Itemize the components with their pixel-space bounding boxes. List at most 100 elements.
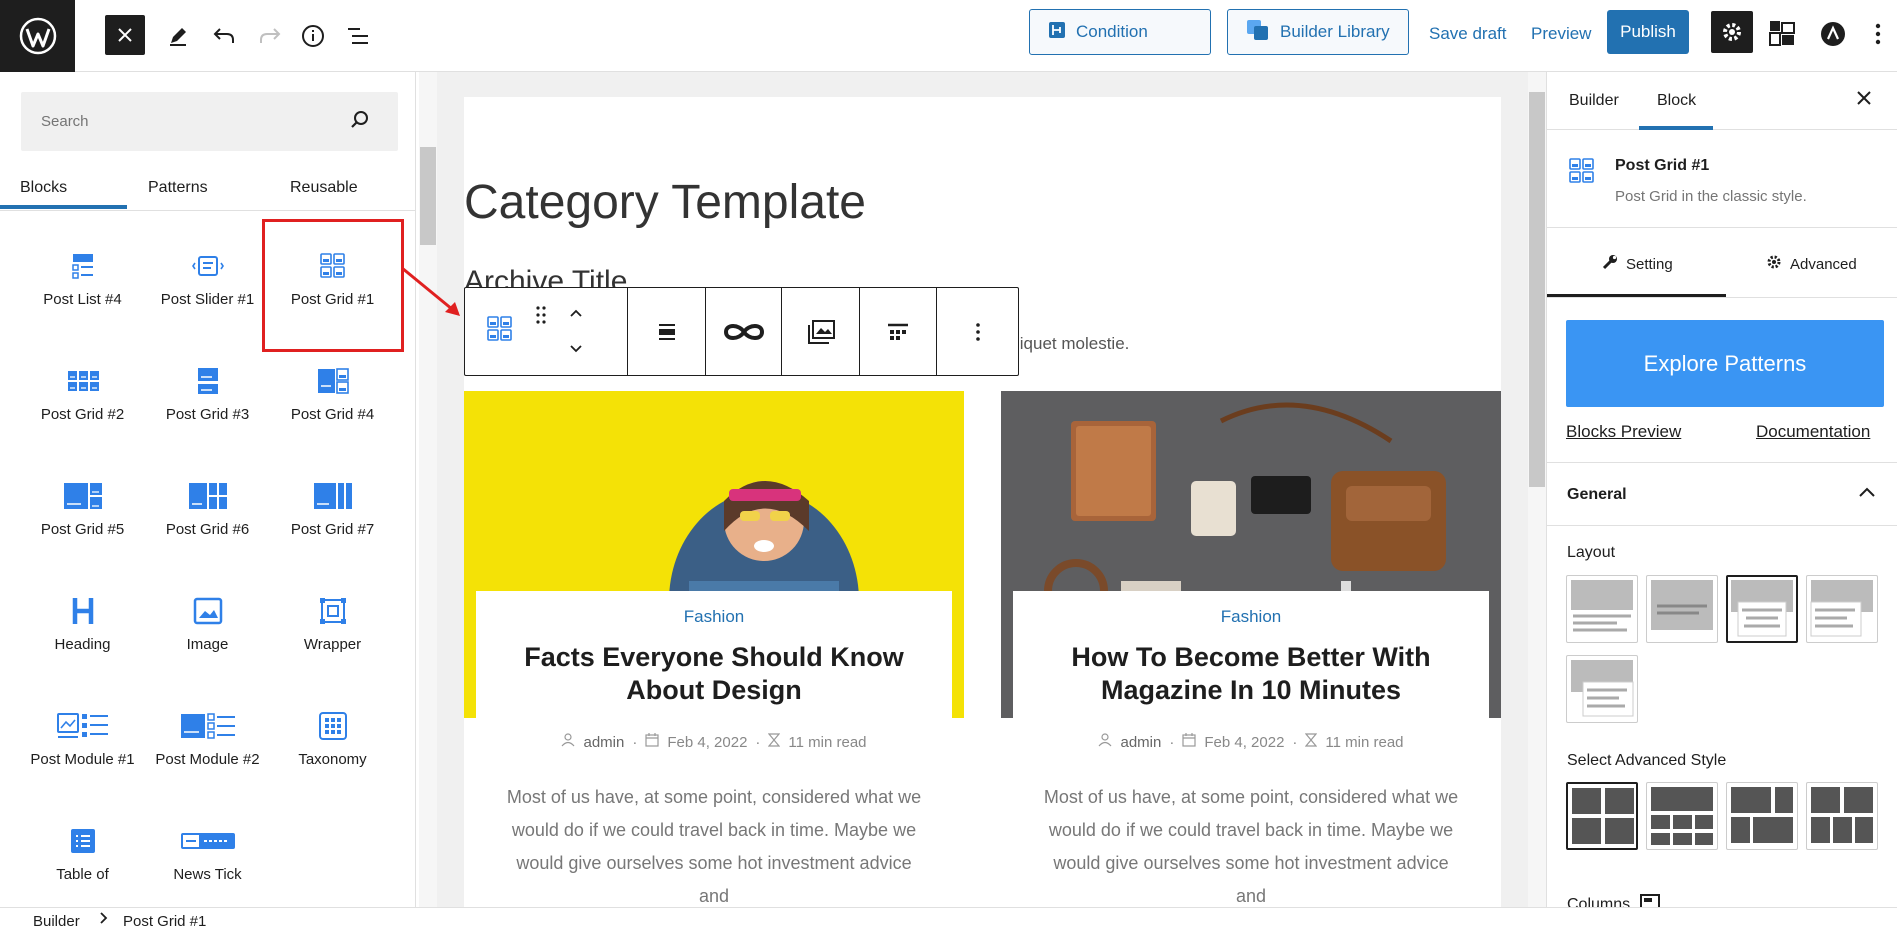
save-draft-button[interactable]: Save draft <box>1429 24 1507 44</box>
blocks-preview-link[interactable]: Blocks Preview <box>1566 422 1681 442</box>
chevron-up-icon[interactable] <box>1858 485 1876 503</box>
block-item-label: Image <box>186 636 229 653</box>
general-title: General <box>1567 486 1627 503</box>
canvas-scrollbar[interactable] <box>1528 72 1546 907</box>
block-item-wrapper[interactable]: Wrapper <box>270 587 395 677</box>
tab-setting[interactable]: Setting <box>1602 254 1673 274</box>
builder-library-button[interactable]: Builder Library <box>1227 9 1409 55</box>
advanced-style-label: Select Advanced Style <box>1567 752 1727 769</box>
tab-reusable[interactable]: Reusable <box>290 179 358 197</box>
search-icon[interactable] <box>350 110 370 135</box>
post-read-time: 11 min read <box>788 733 867 751</box>
general-panel-header[interactable]: General <box>1547 462 1897 526</box>
tab-builder[interactable]: Builder <box>1569 92 1619 110</box>
align-icon[interactable] <box>628 288 706 375</box>
chevron-up-icon[interactable] <box>569 305 583 323</box>
more-options-icon[interactable] <box>937 288 1018 375</box>
layout-grid-icon[interactable] <box>860 288 937 375</box>
redo-icon[interactable] <box>250 16 290 56</box>
more-options-icon[interactable] <box>1858 14 1897 54</box>
breadcrumb: Builder Post Grid #1 <box>0 907 1897 933</box>
undo-icon[interactable] <box>204 16 244 56</box>
post-title[interactable]: Facts Everyone Should Know About Design <box>476 641 952 707</box>
scrollbar-thumb[interactable] <box>1529 92 1545 487</box>
layout-option[interactable] <box>1566 655 1638 723</box>
block-item-taxonomy[interactable]: Taxonomy <box>270 702 395 792</box>
tab-setting-label: Setting <box>1626 255 1673 273</box>
chevron-down-icon[interactable] <box>569 341 583 359</box>
block-item-post-grid-6[interactable]: Post Grid #6 <box>145 472 270 562</box>
meta-separator: · <box>632 733 638 751</box>
active-tab-indicator <box>1547 294 1726 297</box>
block-item-heading[interactable]: Heading <box>20 587 145 677</box>
scrollbar-thumb[interactable] <box>420 147 436 245</box>
post-category[interactable]: Fashion <box>1013 607 1489 627</box>
gear-icon[interactable] <box>1711 11 1753 53</box>
block-item-post-list-4[interactable]: Post List #4 <box>20 242 145 332</box>
layout-option-selected[interactable] <box>1726 575 1798 643</box>
block-item-post-grid-5[interactable]: Post Grid #5 <box>20 472 145 562</box>
top-toolbar: Condition Builder Library Save draft Pre… <box>0 0 1897 72</box>
block-item-post-grid-3[interactable]: Post Grid #3 <box>145 357 270 447</box>
post-author[interactable]: admin <box>1120 734 1161 751</box>
gallery-icon[interactable] <box>782 288 860 375</box>
condition-button[interactable]: Condition <box>1029 9 1211 55</box>
documentation-link[interactable]: Documentation <box>1756 422 1870 442</box>
templates-icon[interactable] <box>1763 14 1803 54</box>
layout-option[interactable] <box>1806 575 1878 643</box>
sidebar-tabs: Builder Block <box>1547 72 1897 130</box>
block-type-switcher[interactable] <box>465 288 628 375</box>
explore-patterns-button[interactable]: Explore Patterns <box>1566 320 1884 407</box>
drag-handle-icon[interactable] <box>535 305 547 330</box>
tab-patterns[interactable]: Patterns <box>148 179 208 197</box>
page-title[interactable]: Category Template <box>464 175 866 230</box>
post-title[interactable]: How To Become Better With Magazine In 10… <box>1013 641 1489 707</box>
publish-button[interactable]: Publish <box>1607 10 1689 54</box>
block-item-post-grid-2[interactable]: Post Grid #2 <box>20 357 145 447</box>
post-category[interactable]: Fashion <box>476 607 952 627</box>
tab-advanced-label: Advanced <box>1790 255 1857 273</box>
advanced-style-option[interactable] <box>1726 782 1798 850</box>
wordpress-logo-icon[interactable] <box>0 0 75 72</box>
post-content: Fashion Facts Everyone Should Know About… <box>476 591 952 907</box>
tab-advanced[interactable]: Advanced <box>1766 254 1857 274</box>
advanced-style-option[interactable] <box>1806 782 1878 850</box>
responsive-icon[interactable] <box>1640 894 1661 907</box>
block-item-label: Post Grid #7 <box>290 521 375 538</box>
block-item-image[interactable]: Image <box>145 587 270 677</box>
post-grid-icon <box>270 472 395 520</box>
info-icon[interactable] <box>293 16 333 56</box>
block-item-post-module-2[interactable]: Post Module #2 <box>145 702 270 792</box>
left-panel-scrollbar[interactable] <box>419 72 437 907</box>
preview-button[interactable]: Preview <box>1531 24 1591 44</box>
search-input[interactable] <box>21 92 351 151</box>
link-icon[interactable] <box>706 288 782 375</box>
post-module-icon <box>20 702 145 750</box>
advanced-style-option-selected[interactable] <box>1566 782 1638 850</box>
block-item-post-module-1[interactable]: Post Module #1 <box>20 702 145 792</box>
block-item-news-ticker[interactable]: News Tick <box>145 817 270 907</box>
pencil-icon[interactable] <box>158 16 198 56</box>
post-content: Fashion How To Become Better With Magazi… <box>1013 591 1489 907</box>
condition-icon <box>1048 21 1066 44</box>
post-author[interactable]: admin <box>583 734 624 751</box>
post-excerpt: Most of us have, at some point, consider… <box>506 787 922 906</box>
breadcrumb-root[interactable]: Builder <box>33 913 80 930</box>
block-item-table-of-contents[interactable]: Table of <box>20 817 145 907</box>
close-icon[interactable] <box>105 15 145 55</box>
ai-assistant-icon[interactable] <box>1813 14 1853 54</box>
layout-option[interactable] <box>1646 575 1718 643</box>
list-view-icon[interactable] <box>338 16 378 56</box>
post-meta: admin · Feb 4, 2022 · 11 min read <box>1013 733 1489 751</box>
tab-block[interactable]: Block <box>1657 92 1696 110</box>
post-excerpt: Most of us have, at some point, consider… <box>1043 787 1459 906</box>
layout-option[interactable] <box>1566 575 1638 643</box>
close-icon[interactable] <box>1856 90 1872 111</box>
breadcrumb-current[interactable]: Post Grid #1 <box>123 913 206 930</box>
block-item-post-grid-7[interactable]: Post Grid #7 <box>270 472 395 562</box>
advanced-style-option[interactable] <box>1646 782 1718 850</box>
tab-blocks[interactable]: Blocks <box>20 179 67 197</box>
block-item-post-grid-4[interactable]: Post Grid #4 <box>270 357 395 447</box>
post-date: Feb 4, 2022 <box>1204 733 1285 751</box>
block-item-post-slider-1[interactable]: Post Slider #1 <box>145 242 270 332</box>
